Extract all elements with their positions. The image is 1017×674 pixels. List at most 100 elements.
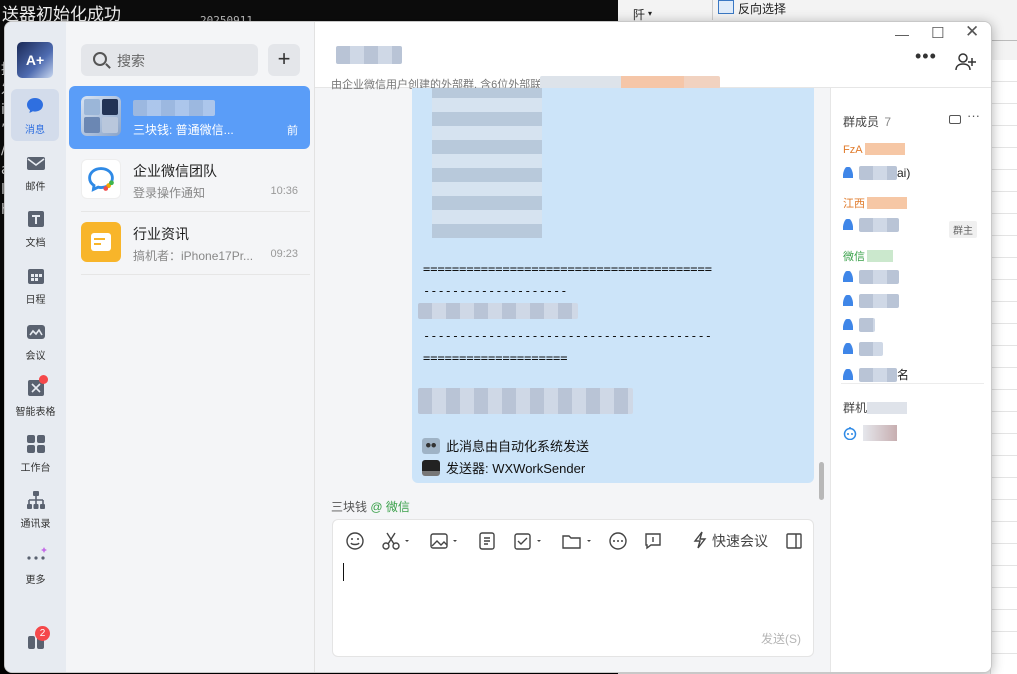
redacted-content — [859, 166, 897, 180]
member-name: 名 — [897, 368, 910, 382]
more-tools-icon[interactable] — [608, 531, 628, 551]
divider — [841, 383, 984, 384]
excel-grid[interactable] — [990, 60, 1017, 674]
contacts-icon — [26, 491, 45, 509]
member-row[interactable]: 名 — [843, 366, 983, 384]
robot-text: 此消息由自动化系统发送 — [446, 439, 590, 454]
nav-more[interactable]: 更多 — [5, 539, 66, 591]
meeting-icon — [26, 325, 45, 339]
mail-icon — [26, 157, 45, 170]
member-group[interactable]: 江西 — [843, 195, 907, 211]
add-member-icon[interactable] — [955, 52, 977, 72]
member-row[interactable] — [843, 294, 983, 312]
chat-scrollbar[interactable] — [819, 462, 824, 500]
group-avatar — [81, 96, 121, 136]
send-button[interactable]: 发送(S) — [761, 630, 801, 647]
maximize-icon[interactable]: ☐ — [931, 24, 944, 42]
member-row[interactable] — [843, 318, 983, 336]
robot-icon — [422, 438, 440, 454]
chat-bubble-icon — [27, 98, 43, 113]
minimize-icon[interactable]: — — [895, 26, 909, 42]
nav-contacts[interactable]: 通讯录 — [5, 483, 66, 535]
conversation-item[interactable]: 行业资讯 搞机者：iPhone17Pr... 09:23 — [69, 212, 310, 275]
owner-badge: 群主 — [949, 221, 977, 238]
emoji-icon[interactable] — [345, 531, 365, 551]
todo-icon[interactable] — [513, 531, 545, 551]
member-row[interactable] — [843, 270, 983, 288]
reverse-select-label: 反向选择 — [738, 2, 787, 16]
screenshot-icon[interactable] — [381, 531, 411, 551]
conversation-time: 前 — [287, 125, 298, 137]
more-icon[interactable]: ··· — [967, 108, 980, 123]
member-row[interactable]: ai) — [843, 166, 983, 184]
bot-icon — [843, 427, 857, 441]
image-icon[interactable] — [429, 531, 461, 551]
sender-text: 发送器: WXWorkSender — [446, 461, 586, 476]
bot-row[interactable] — [843, 425, 983, 443]
create-button[interactable]: + — [268, 44, 300, 76]
member-group-label: 微信 — [843, 251, 865, 263]
nav-smart-table[interactable]: 智能表格 — [5, 371, 66, 423]
conversation-time: 09:23 — [270, 248, 298, 260]
chat-header: 由企业微信用户创建的外部群, 含6位外部联 ••• — ☐ ✕ — [315, 22, 991, 91]
nav-calendar[interactable]: 日程 — [5, 259, 66, 311]
member-group[interactable]: 微信 — [843, 248, 893, 264]
mail-icon[interactable] — [949, 115, 961, 124]
message-bubble[interactable]: ========================================… — [412, 88, 814, 483]
quick-meeting-label: 快速会议 — [712, 533, 768, 549]
side-panel-icon[interactable] — [785, 531, 803, 551]
members-header: 群成员 7 — [843, 113, 891, 130]
conversation-name: 行业资讯 — [133, 226, 189, 242]
nav-mail[interactable]: 邮件 — [5, 146, 66, 198]
more-options-icon[interactable]: ••• — [915, 46, 937, 67]
message-line: ---------------------------------------- — [423, 329, 712, 343]
file-text-icon[interactable] — [477, 531, 497, 551]
close-icon[interactable]: ✕ — [965, 22, 979, 42]
message-composer[interactable]: 快速会议 发送(S) — [332, 519, 814, 657]
person-icon — [843, 369, 853, 380]
laptop-icon — [422, 460, 440, 476]
redacted-content — [867, 197, 907, 209]
nav-docs[interactable]: 文档 — [5, 202, 66, 254]
search-input[interactable]: 搜索 — [81, 44, 258, 76]
message-record-icon[interactable] — [643, 531, 663, 551]
nav-messages[interactable]: 消息 — [11, 89, 59, 141]
nav-workbench[interactable]: 工作台 — [5, 427, 66, 479]
reply-name: 三块钱 — [331, 500, 368, 514]
conversation-item[interactable]: 企业微信团队 登录操作通知 10:36 — [69, 149, 310, 212]
member-group[interactable]: FzA — [843, 143, 905, 156]
nav-label: 智能表格 — [15, 407, 56, 418]
quick-meeting-button[interactable]: 快速会议 — [693, 531, 773, 551]
member-group-label: 江西 — [843, 198, 865, 210]
excel-group-dropdown[interactable]: 阡 ▾ — [618, 0, 713, 22]
left-nav: A+ 消息 邮件 文档 日程 会议 智能表格 工作台 通讯录 更多 2 — [5, 22, 66, 672]
document-icon — [27, 211, 44, 227]
folder-icon[interactable] — [561, 531, 595, 551]
nav-label: 日程 — [25, 295, 46, 306]
redacted-content — [864, 143, 905, 155]
more-icon — [26, 547, 47, 560]
reply-source: @ 微信 — [370, 500, 410, 514]
nav-label: 会议 — [25, 351, 46, 362]
redacted-content — [859, 218, 899, 232]
conversation-name: 企业微信团队 — [133, 163, 217, 179]
excel-reverse-select-button[interactable]: 反向选择 — [718, 0, 786, 16]
person-icon — [843, 343, 853, 354]
conversation-item[interactable]: 三块钱: 普通微信... 前 — [69, 86, 310, 149]
redacted-content — [863, 425, 897, 441]
text-caret — [343, 563, 344, 581]
redacted-content — [867, 250, 893, 262]
members-count: 7 — [884, 115, 892, 129]
user-avatar[interactable]: A+ — [17, 42, 53, 78]
news-icon — [81, 222, 121, 262]
redacted-content — [418, 388, 633, 414]
reverse-select-icon — [718, 0, 734, 14]
reply-to: 三块钱 @ 微信 — [331, 498, 410, 515]
conversation-time: 10:36 — [270, 185, 298, 197]
redacted-content — [859, 270, 899, 284]
group-members-panel: 群成员 7 ··· FzA ai) 江西 群主 微信 名 群机 — [830, 88, 991, 672]
bottom-badge: 2 — [35, 626, 50, 641]
nav-meeting[interactable]: 会议 — [5, 315, 66, 367]
redacted-content — [432, 88, 542, 238]
member-row[interactable] — [843, 342, 983, 360]
